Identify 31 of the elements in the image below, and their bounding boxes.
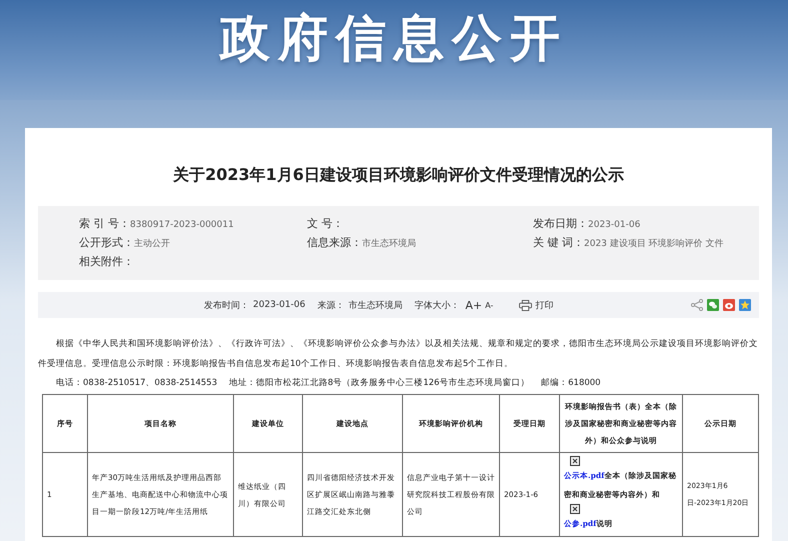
meta-label: 信息来源： xyxy=(307,235,362,250)
font-smaller-link[interactable]: A- xyxy=(485,300,494,310)
publish-time: 2023-01-06 xyxy=(253,300,306,310)
meta-value: 2023 建设项目 环境影响评价 文件 xyxy=(584,238,724,250)
eye-logo-icon[interactable] xyxy=(723,299,735,311)
meta-label: 关 键 词： xyxy=(533,235,584,250)
meta-label: 文 号： xyxy=(307,216,344,231)
meta-value: 市生态环境局 xyxy=(362,238,416,250)
body-paragraph: 根据《中华人民共和国环境影响评价法》、《行政许可法》、《环境影响评价公众参与办法》以及相关法规、规章和规定的要求，德阳市生态环境局公示建设项目环境影响评价文件受理信息。受理信息公示时限：环境影响报告书自信息发布起10个工作日、环境影响报告表自信息发布起5个工作日。 xyxy=(38,338,759,371)
contact-info: 电话：0838-2510517、0838-2514553 地址：德阳市松花江北路8号（政务服务中心三楼126号市生态环境局窗口） 邮编：618000 xyxy=(55,376,602,390)
font-larger-link[interactable]: A+ xyxy=(465,298,482,312)
print-link[interactable]: 打印 xyxy=(519,298,554,312)
chat-bubbles-icon[interactable] xyxy=(707,299,719,311)
broken-image-icon xyxy=(570,504,580,514)
printer-icon xyxy=(519,300,532,310)
font-size-label: 字体大小： xyxy=(414,300,460,312)
share-icon[interactable] xyxy=(691,299,703,311)
broken-image-icon xyxy=(570,456,580,466)
meta-value: 8380917-2023-000011 xyxy=(130,220,234,230)
source-value: 市生态环境局 xyxy=(348,300,402,312)
meta-label: 相关附件： xyxy=(79,254,134,269)
meta-value: 主动公开 xyxy=(134,238,170,250)
publish-time-label: 发布时间： xyxy=(204,300,249,312)
meta-label: 发布日期： xyxy=(533,216,588,231)
banner-title: 政府信息公开 xyxy=(220,8,568,69)
article-title: 关于2023年1月6日建设项目环境影响评价文件受理情况的公示 xyxy=(172,164,625,186)
source-label: 来源： xyxy=(317,300,344,312)
meta-label: 公开形式： xyxy=(79,235,134,250)
meta-value: 2023-01-06 xyxy=(588,220,640,230)
star-icon[interactable] xyxy=(739,299,751,311)
meta-label: 索 引 号： xyxy=(79,216,130,231)
